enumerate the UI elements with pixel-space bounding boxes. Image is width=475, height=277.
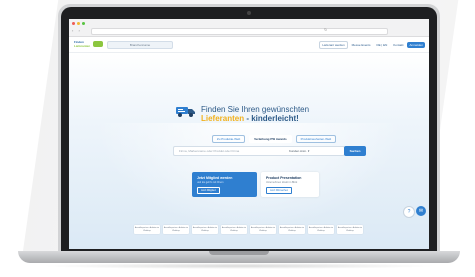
partner-tile[interactable]: Ausstellerpartner • Anbieter im Webshop: [221, 225, 247, 234]
minimize-window-icon[interactable]: [77, 22, 80, 25]
laptop-mockup: ‹ › ↻ Finden Lieferanten Branchenname Li…: [0, 0, 475, 277]
presentation-card-button[interactable]: Jetzt Mitmachen: [266, 187, 293, 194]
chat-button[interactable]: ✉: [416, 206, 426, 216]
logo-line-2: Lieferanten: [74, 44, 91, 48]
contact-link[interactable]: Kontakt: [391, 42, 405, 48]
chat-icon: ✉: [418, 208, 424, 214]
events-link[interactable]: Messe Events: [350, 42, 373, 48]
tab-psi-awards[interactable]: Verleihung PSI Awards: [249, 135, 292, 143]
back-forward-icon[interactable]: ‹ ›: [72, 28, 82, 33]
partner-tile[interactable]: Ausstellerpartner • Anbieter im Webshop: [279, 225, 305, 234]
tab-new-products-world[interactable]: Produktneuheiten-Welt: [295, 135, 337, 143]
main-search: Firma, Markenname oder Produkt oder Firm…: [173, 146, 345, 156]
hero-headline: Finden Sie Ihren gewünschten Lieferanten…: [201, 105, 341, 123]
presentation-card-text: Unternehmen direkt im Blick: [266, 181, 298, 184]
laptop-screen: ‹ › ↻ Finden Lieferanten Branchenname Li…: [69, 19, 429, 249]
headline-line-2: - kinderleicht!: [244, 114, 299, 123]
browser-toolbar: ‹ › ↻: [69, 19, 429, 37]
presentation-card-title: Product Presentation: [266, 176, 302, 180]
headline-highlight: Lieferanten: [201, 114, 245, 123]
member-card: Jetzt Mitglied werden und los geht's mit…: [192, 172, 257, 197]
header-actions: Lieferant werden Messe Events DE | EN Ko…: [319, 40, 425, 49]
search-input[interactable]: Firma, Markenname oder Produkt oder Firm…: [179, 147, 284, 155]
login-button[interactable]: Anmelden: [407, 41, 425, 48]
close-window-icon[interactable]: [72, 22, 75, 25]
partner-tile[interactable]: Ausstellerpartner • Anbieter im Webshop: [163, 225, 189, 234]
partner-tile[interactable]: Ausstellerpartner • Anbieter im Webshop: [337, 225, 363, 234]
laptop-shadow: [40, 263, 438, 269]
site-logo[interactable]: Finden Lieferanten: [74, 40, 90, 49]
partner-tile[interactable]: Ausstellerpartner • Anbieter im Webshop: [250, 225, 276, 234]
partner-tile[interactable]: Ausstellerpartner • Anbieter im Webshop: [192, 225, 218, 234]
truck-icon: [176, 107, 195, 117]
laptop-notch: [209, 251, 269, 255]
search-button[interactable]: Suchen: [344, 146, 366, 156]
language-switch[interactable]: DE | EN: [375, 42, 390, 48]
become-supplier-button[interactable]: Lieferant werden: [319, 40, 348, 49]
reload-icon[interactable]: ↻: [324, 27, 327, 32]
presentation-card: Product Presentation Unternehmen direkt …: [261, 172, 319, 197]
member-card-button[interactable]: Jetzt Mitglied: [197, 187, 220, 194]
member-card-text: und los geht's mit Ihrem: [197, 181, 224, 184]
partner-tile[interactable]: Ausstellerpartner • Anbieter im Webshop: [134, 225, 160, 234]
camera-icon: [247, 11, 251, 15]
headline-line-1: Finden Sie Ihren gewünschten: [201, 105, 310, 114]
maximize-window-icon[interactable]: [82, 22, 85, 25]
member-card-title: Jetzt Mitglied werden: [197, 176, 233, 180]
search-scope-select[interactable]: Kunden Anm. ▾: [289, 147, 319, 155]
header-search-input[interactable]: Branchenname: [107, 41, 173, 49]
hero-tabs: Zu Produkte-Welt Verleihung PSI Awards P…: [184, 135, 364, 143]
address-bar[interactable]: [91, 28, 388, 35]
logo-badge: [93, 41, 103, 47]
tab-products-world[interactable]: Zu Produkte-Welt: [211, 135, 246, 143]
help-button[interactable]: ?: [403, 206, 415, 218]
site-header: Finden Lieferanten Branchenname Lieferan…: [69, 37, 429, 53]
partner-strip: Ausstellerpartner • Anbieter im Webshop …: [134, 225, 384, 235]
help-icon: ?: [407, 209, 411, 215]
partner-tile[interactable]: Ausstellerpartner • Anbieter im Webshop: [308, 225, 334, 234]
